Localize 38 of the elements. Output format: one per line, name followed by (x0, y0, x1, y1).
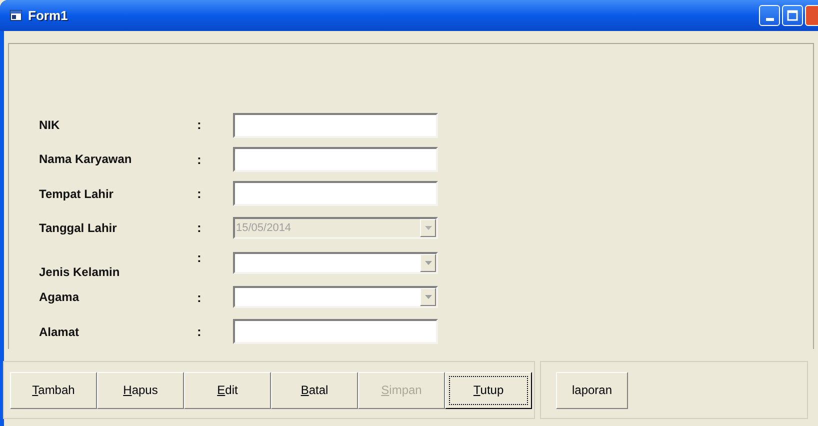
input-field[interactable] (233, 112, 438, 138)
field-label: NIK (39, 117, 61, 134)
caret-icon (424, 226, 432, 230)
push-button[interactable]: Batal (271, 372, 358, 408)
input-field[interactable] (233, 181, 438, 206)
input-field[interactable] (233, 319, 438, 344)
maximize-icon (787, 10, 798, 21)
window-title: Form1 (28, 6, 68, 25)
push-button[interactable]: Tambah (10, 372, 97, 408)
push-button[interactable]: Hapus (97, 372, 184, 408)
dropdown-field[interactable] (233, 286, 438, 308)
colon: : (197, 249, 202, 268)
minimize-icon (766, 18, 774, 21)
push-button[interactable]: Edit (184, 372, 271, 408)
caret-icon (424, 260, 432, 265)
dropdown-button[interactable] (420, 288, 436, 306)
field-value: 15/05/2014 (235, 220, 292, 236)
push-button[interactable]: laporan (556, 372, 628, 408)
colon: : (197, 288, 202, 307)
colon: : (197, 185, 202, 204)
minimize-button[interactable] (759, 5, 780, 26)
field-label: Agama (39, 289, 80, 306)
dropdown-button[interactable] (420, 254, 436, 272)
field-label: Nama Karyawan (39, 151, 133, 168)
field-label: Alamat (39, 324, 80, 341)
colon: : (197, 219, 202, 238)
colon: : (197, 150, 202, 169)
push-button[interactable]: Tutup (445, 372, 532, 408)
field-label: Jenis Kelamin (39, 264, 121, 281)
colon: : (197, 323, 202, 342)
dropdown-field[interactable] (233, 252, 438, 274)
colon: : (197, 116, 202, 134)
form-icon (10, 10, 22, 21)
field-label: Tanggal Lahir (39, 220, 118, 238)
caret-icon (424, 295, 432, 300)
input-field[interactable] (233, 146, 438, 172)
field-label: Tempat Lahir (39, 186, 114, 203)
maximize-button[interactable] (782, 5, 803, 26)
